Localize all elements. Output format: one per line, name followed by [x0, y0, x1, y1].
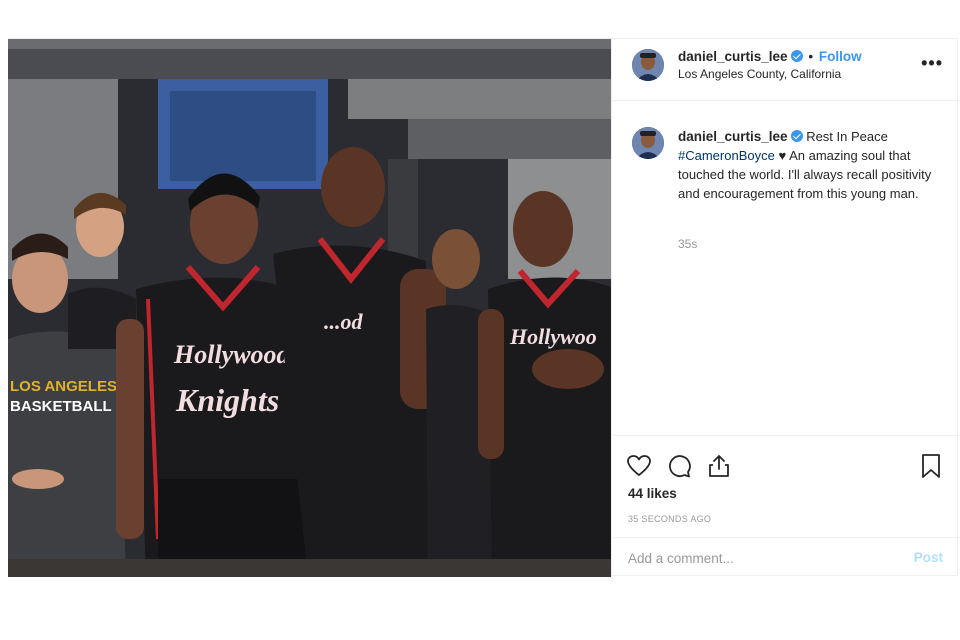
- jersey-text-line1: Hollywood: [173, 340, 291, 369]
- team-photo-illustration: LOS ANGELES BASKETBALL Hollywood Knights: [8, 39, 611, 577]
- post-comment-button[interactable]: Post: [914, 550, 943, 565]
- verified-badge-icon: [790, 130, 803, 142]
- verified-badge-icon: [790, 50, 803, 62]
- heart-emoji-icon: ♥: [778, 148, 787, 163]
- share-button[interactable]: [706, 453, 732, 479]
- post-header: daniel_curtis_lee • Follow Los Angeles C…: [612, 39, 959, 101]
- caption-timestamp: 35s: [678, 237, 698, 251]
- shirt-text-line2: BASKETBALL: [10, 398, 112, 415]
- caption-username[interactable]: daniel_curtis_lee: [678, 129, 788, 144]
- caption-avatar[interactable]: [632, 127, 664, 159]
- svg-text:Hollywoo: Hollywoo: [509, 324, 597, 349]
- caption-text-before: Rest In Peace: [806, 129, 888, 144]
- bookmark-icon: [922, 454, 940, 478]
- comment-bar: Post: [612, 537, 959, 577]
- hashtag-link[interactable]: #CameronBoyce: [678, 148, 775, 163]
- actions-divider: [612, 435, 959, 436]
- header-title-line: daniel_curtis_lee • Follow: [678, 49, 862, 64]
- save-button[interactable]: [918, 453, 944, 479]
- post-sidebar: daniel_curtis_lee • Follow Los Angeles C…: [611, 39, 959, 577]
- follow-button[interactable]: Follow: [819, 49, 862, 64]
- caption-text: daniel_curtis_lee Rest In Peace #Cameron…: [678, 127, 940, 203]
- jersey-text-line2: Knights: [175, 382, 279, 418]
- post-timestamp: 35 SECONDS AGO: [628, 514, 712, 524]
- like-button[interactable]: [626, 453, 652, 479]
- avatar[interactable]: [632, 49, 664, 81]
- more-options-icon[interactable]: •••: [921, 53, 943, 74]
- comment-icon: [669, 455, 691, 478]
- profile-avatar-icon: [632, 127, 664, 159]
- header-username[interactable]: daniel_curtis_lee: [678, 49, 788, 64]
- share-icon: [709, 455, 729, 477]
- location-link[interactable]: Los Angeles County, California: [678, 67, 841, 81]
- svg-text:...od: ...od: [324, 309, 364, 334]
- separator-dot: •: [808, 49, 814, 64]
- post-caption: daniel_curtis_lee Rest In Peace #Cameron…: [612, 101, 959, 435]
- comment-button[interactable]: [666, 453, 692, 479]
- heart-icon: [627, 455, 651, 476]
- shirt-text-line1: LOS ANGELES: [10, 378, 117, 395]
- post-photo[interactable]: LOS ANGELES BASKETBALL Hollywood Knights: [8, 39, 611, 577]
- comment-input[interactable]: [628, 549, 888, 567]
- instagram-post: LOS ANGELES BASKETBALL Hollywood Knights: [8, 38, 959, 577]
- likes-count[interactable]: 44 likes: [628, 486, 677, 501]
- profile-avatar-icon: [632, 49, 664, 81]
